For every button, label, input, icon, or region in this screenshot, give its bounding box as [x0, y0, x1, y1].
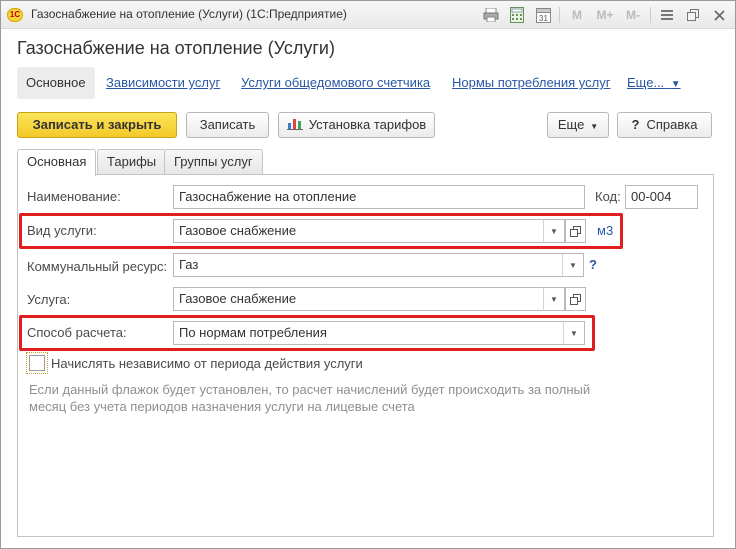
calc-method-input[interactable]: По нормам потребления [173, 321, 564, 345]
resource-input[interactable]: Газ [173, 253, 563, 277]
service-label: Услуга: [27, 292, 71, 307]
nav-common-meter-services[interactable]: Услуги общедомового счетчика [241, 67, 430, 99]
calendar-day-label: 31 [539, 14, 548, 23]
name-input[interactable]: Газоснабжение на отопление [173, 185, 585, 209]
chevron-down-icon: ▼ [550, 294, 558, 304]
close-icon[interactable] [709, 5, 729, 25]
save-button[interactable]: Записать [186, 112, 269, 138]
open-icon [570, 293, 581, 305]
nav-service-dependencies[interactable]: Зависимости услуг [106, 67, 220, 99]
service-dropdown-button[interactable]: ▼ [543, 287, 565, 311]
set-tariffs-button[interactable]: Установка тарифов [278, 112, 435, 138]
code-label: Код: [595, 189, 621, 204]
chevron-down-icon: ▼ [550, 226, 558, 236]
title-bar-icons: 31 M M+ M- [475, 5, 729, 25]
service-input[interactable]: Газовое снабжение [173, 287, 544, 311]
calc-method-dropdown-button[interactable]: ▼ [563, 321, 585, 345]
chevron-down-icon: ▼ [587, 122, 599, 131]
hint-line-1: Если данный флажок будет установлен, то … [29, 382, 591, 397]
menu-icon[interactable] [657, 5, 677, 25]
unit-link[interactable]: м3 [597, 223, 613, 238]
service-open-button[interactable] [565, 287, 586, 311]
service-type-open-button[interactable] [565, 219, 586, 243]
calc-method-label: Способ расчета: [27, 325, 127, 340]
m-button[interactable]: M [566, 5, 588, 25]
title-bar: 1С Газоснабжение на отопление (Услуги) (… [1, 1, 735, 29]
resource-help-icon[interactable]: ? [589, 257, 597, 272]
calculator-icon[interactable] [507, 5, 527, 25]
service-type-label: Вид услуги: [27, 223, 97, 238]
service-type-dropdown-button[interactable]: ▼ [543, 219, 565, 243]
chevron-down-icon: ▼ [570, 328, 578, 338]
tab-tariffs[interactable]: Тарифы [97, 149, 167, 175]
resource-dropdown-button[interactable]: ▼ [562, 253, 584, 277]
m-minus-button[interactable]: M- [622, 5, 644, 25]
resource-label: Коммунальный ресурс: [27, 259, 168, 274]
nav-consumption-norms[interactable]: Нормы потребления услуг [452, 67, 610, 99]
help-label: Справка [646, 117, 698, 132]
save-and-close-button[interactable]: Записать и закрыть [17, 112, 177, 138]
app-logo-icon[interactable]: 1С [7, 8, 23, 22]
chevron-down-icon: ▼ [569, 260, 577, 270]
set-tariffs-label: Установка тарифов [308, 117, 427, 132]
tab-main[interactable]: Основная [17, 149, 97, 176]
app-window: 1С Газоснабжение на отопление (Услуги) (… [0, 0, 736, 549]
chevron-down-icon: ▼ [667, 79, 681, 90]
calendar-icon[interactable]: 31 [533, 5, 553, 25]
service-type-input[interactable]: Газовое снабжение [173, 219, 544, 243]
hint-line-2: месяц без учета периодов назначения услу… [29, 399, 415, 414]
code-input[interactable]: 00-004 [625, 185, 698, 209]
help-icon: ? [631, 117, 640, 132]
m-plus-button[interactable]: M+ [594, 5, 616, 25]
charge-independently-checkbox[interactable] [29, 355, 45, 371]
bar-chart-icon [286, 114, 303, 138]
help-button[interactable]: ? Справка [617, 112, 712, 138]
separator [650, 7, 651, 23]
charge-independently-label[interactable]: Начислять независимо от периода действия… [51, 356, 363, 371]
window-title: Газоснабжение на отопление (Услуги) (1С:… [31, 7, 347, 21]
nav-more[interactable]: Еще... ▼ [627, 67, 681, 99]
restore-icon[interactable] [683, 5, 703, 25]
form-title: Газоснабжение на отопление (Услуги) [17, 38, 335, 58]
nav-main[interactable]: Основное [17, 67, 95, 99]
print-icon[interactable] [481, 5, 501, 25]
more-label: Еще [557, 117, 585, 132]
name-label: Наименование: [27, 189, 121, 204]
tab-service-groups[interactable]: Группы услуг [164, 149, 263, 175]
more-button[interactable]: Еще ▼ [547, 112, 609, 138]
nav-more-label: Еще... [627, 75, 665, 90]
separator [559, 7, 560, 23]
open-icon [570, 225, 581, 237]
